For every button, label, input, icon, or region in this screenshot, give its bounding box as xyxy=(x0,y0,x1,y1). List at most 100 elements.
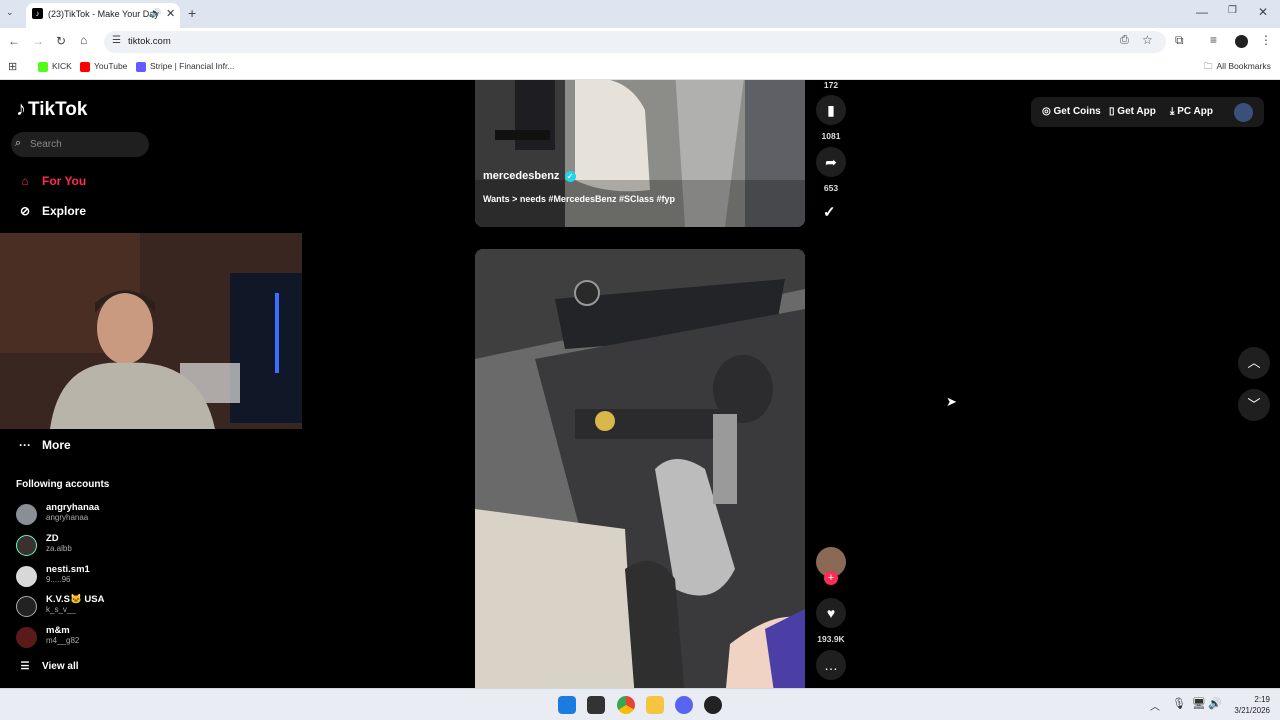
mouse-cursor-icon: ➤ xyxy=(946,394,957,409)
tiktok-favicon-icon: ♪ xyxy=(32,8,43,19)
video-player-1[interactable]: mercedesbenz ✓ Wants > needs #MercedesBe… xyxy=(475,80,805,227)
install-app-icon[interactable]: ⎙ xyxy=(1120,34,1129,47)
profile-avatar[interactable] xyxy=(1234,103,1253,122)
tiktok-note-icon: ♪ xyxy=(16,98,26,120)
volume-icon[interactable]: 🔊 xyxy=(1208,697,1222,710)
tab-title: (23)TikTok - Make Your Day xyxy=(48,9,159,19)
video-1-author[interactable]: mercedesbenz ✓ xyxy=(483,170,576,182)
account-item[interactable]: nesti.sm1 9.....96 xyxy=(16,564,216,590)
top-actions-bar: ◎ Get Coins ▯ Get App ⤓ PC App xyxy=(1031,97,1264,127)
phone-icon: ▯ xyxy=(1109,106,1115,117)
system-tray-chevron-icon[interactable]: ︿ xyxy=(1150,698,1160,713)
browser-toolbar: ← → ↻ ⌂ ☰ tiktok.com ⎙ ☆ ⧉ ≡ ⋮ xyxy=(0,28,1280,56)
previous-video-button[interactable]: ︿ xyxy=(1238,347,1270,379)
shares-count: 653 xyxy=(823,183,839,193)
audio-icon[interactable]: 🔊 xyxy=(150,8,161,19)
extensions-icon[interactable]: ⧉ xyxy=(1175,33,1184,48)
chevron-up-icon: ︿ xyxy=(1247,355,1261,370)
profile-avatar[interactable] xyxy=(1235,35,1248,48)
video-1-caption[interactable]: Wants > needs #MercedesBenz #SClass #fyp xyxy=(483,194,675,204)
more-dots-icon: ··· xyxy=(19,438,31,452)
file-explorer-icon[interactable] xyxy=(646,696,664,714)
checkmark-icon[interactable]: ✓ xyxy=(823,203,836,221)
search-icon: ⌕ xyxy=(15,137,22,149)
account-item[interactable]: angryhanaa angryhanaa xyxy=(16,502,216,528)
media-control-icon[interactable]: ≡ xyxy=(1210,33,1217,47)
new-tab-button[interactable]: + xyxy=(188,5,196,21)
system-clock[interactable]: 2:19 3/21/2026 xyxy=(1226,694,1270,716)
home-icon[interactable]: ⌂ xyxy=(80,33,87,47)
all-bookmarks[interactable]: 🗀 All Bookmarks xyxy=(1204,61,1271,75)
video-1-frame xyxy=(475,80,805,227)
search-placeholder: Search xyxy=(30,139,62,150)
chrome-icon[interactable] xyxy=(617,696,635,714)
clock-date: 3/21/2026 xyxy=(1234,706,1270,715)
browser-tab[interactable]: ♪ (23)TikTok - Make Your Day 🔊 ✕ xyxy=(26,3,180,28)
following-accounts-header: Following accounts xyxy=(16,479,110,490)
view-all-button[interactable]: ☰ View all xyxy=(16,661,79,672)
discord-icon[interactable] xyxy=(675,696,693,714)
follow-plus-icon[interactable]: + xyxy=(824,571,838,585)
account-item[interactable]: ZD za.albb xyxy=(16,533,216,559)
obs-icon[interactable] xyxy=(704,696,722,714)
bookmark-star-icon[interactable]: ☆ xyxy=(1142,33,1153,47)
video-1-top-count: 172 xyxy=(823,80,839,90)
clock-time: 2:19 xyxy=(1254,695,1270,704)
coin-icon: ◎ xyxy=(1042,106,1051,117)
bookmark-youtube[interactable]: YouTube xyxy=(80,61,127,72)
bookmarks-bar: ⊞ KICK YouTube Stripe | Financial Infr..… xyxy=(0,56,1280,80)
close-tab-icon[interactable]: ✕ xyxy=(166,7,175,20)
compass-icon: ⊘ xyxy=(19,204,31,218)
reload-icon[interactable]: ↻ xyxy=(56,34,66,48)
nav-explore[interactable]: ⊘ Explore xyxy=(16,204,86,218)
get-coins-button[interactable]: ◎ Get Coins xyxy=(1042,106,1101,117)
tiktok-logo[interactable]: ♪ TikTok xyxy=(16,98,87,121)
bookmark-button[interactable]: ▮ xyxy=(816,95,846,125)
avatar xyxy=(16,627,37,648)
heart-icon: ♥ xyxy=(826,605,836,621)
forward-icon[interactable]: → xyxy=(32,34,44,48)
url-text[interactable]: tiktok.com xyxy=(128,36,171,47)
site-info-icon[interactable]: ☰ xyxy=(112,35,121,46)
folder-icon: 🗀 xyxy=(1204,61,1213,71)
video-2-frame xyxy=(475,249,805,688)
close-window-button[interactable]: ✕ xyxy=(1258,5,1268,19)
comment-icon: … xyxy=(824,657,838,673)
search-input[interactable]: ⌕ Search xyxy=(11,132,149,157)
list-icon: ☰ xyxy=(20,661,30,672)
account-item[interactable]: m&m m4__g82 xyxy=(16,625,216,651)
minimize-button[interactable]: — xyxy=(1196,5,1208,19)
nav-for-you[interactable]: ⌂ For You xyxy=(16,174,86,188)
tab-search-icon[interactable]: ⌄ xyxy=(6,7,14,18)
restore-button[interactable]: ❐ xyxy=(1228,5,1237,16)
account-item[interactable]: K.V.S🐱 USA k_s_v__ xyxy=(16,594,216,620)
windows-taskbar: ︿ 🎙 🖥 🔊 2:19 3/21/2026 xyxy=(0,688,1280,720)
browser-tab-bar: ⌄ ♪ (23)TikTok - Make Your Day 🔊 ✕ + — ❐… xyxy=(0,0,1280,28)
like-button[interactable]: ♥ xyxy=(816,598,846,628)
apps-grid-icon[interactable]: ⊞ xyxy=(8,60,17,73)
start-icon[interactable] xyxy=(558,696,576,714)
get-app-button[interactable]: ▯ Get App xyxy=(1109,106,1156,117)
menu-icon[interactable]: ⋮ xyxy=(1260,33,1272,47)
stripe-icon xyxy=(136,61,146,72)
task-view-icon[interactable] xyxy=(587,696,605,714)
tiktok-page: ♪ TikTok ⌕ Search ⌂ For You ⊘ Explore ··· Mo… xyxy=(0,80,1280,688)
webcam-overlay xyxy=(0,233,302,429)
bookmark-stripe[interactable]: Stripe | Financial Infr... xyxy=(136,61,234,72)
avatar xyxy=(16,504,37,525)
nav-more[interactable]: ··· More xyxy=(16,438,71,452)
network-icon[interactable]: 🖥 xyxy=(1192,697,1206,710)
saves-count: 1081 xyxy=(821,131,841,141)
microphone-icon[interactable]: 🎙 xyxy=(1172,697,1186,710)
likes-count: 193.9K xyxy=(817,634,845,644)
pc-app-button[interactable]: ⤓ PC App xyxy=(1170,106,1213,117)
verified-badge-icon: ✓ xyxy=(564,171,576,182)
bookmark-kick[interactable]: KICK xyxy=(38,61,72,72)
back-icon[interactable]: ← xyxy=(8,34,20,48)
video-player-2[interactable] xyxy=(475,249,805,688)
download-icon: ⤓ xyxy=(1170,106,1175,117)
comment-button[interactable]: … xyxy=(816,650,846,680)
next-video-button[interactable]: ﹀ xyxy=(1238,389,1270,421)
share-button[interactable]: ➦ xyxy=(816,147,846,177)
address-bar[interactable]: ☰ tiktok.com ⎙ ☆ xyxy=(104,31,1166,53)
